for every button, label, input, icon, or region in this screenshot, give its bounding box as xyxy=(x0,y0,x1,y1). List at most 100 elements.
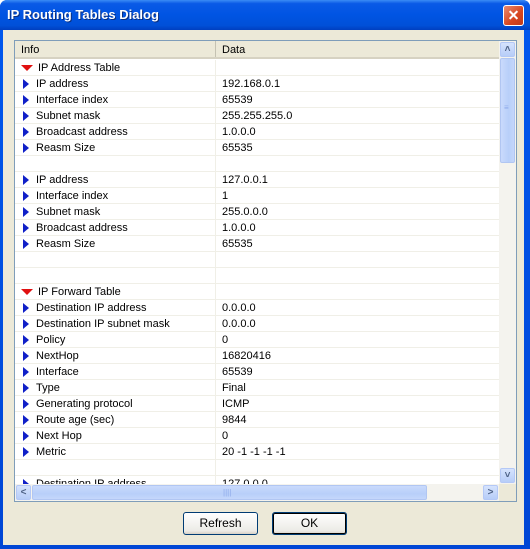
info-cell: Interface index xyxy=(15,188,216,203)
list-row[interactable]: Subnet mask 255.0.0.0 xyxy=(15,204,500,220)
list-row[interactable]: IP address 127.0.0.1 xyxy=(15,172,500,188)
ok-button[interactable]: OK xyxy=(272,512,347,535)
chevron-down-icon: ˅ xyxy=(504,470,511,481)
info-cell: IP Forward Table xyxy=(15,284,216,299)
expand-arrow-down-icon[interactable] xyxy=(21,64,33,71)
data-cell: 0.0.0.0 xyxy=(222,301,256,314)
info-cell xyxy=(15,156,216,171)
info-cell: Destination IP subnet mask xyxy=(15,316,216,331)
info-label: Reasm Size xyxy=(36,141,96,154)
data-cell: 255.255.255.0 xyxy=(222,109,293,122)
info-label: Next Hop xyxy=(36,429,82,442)
horizontal-scroll-thumb[interactable]: |||| xyxy=(32,485,427,500)
window-title: IP Routing Tables Dialog xyxy=(7,7,159,22)
info-label: Broadcast address xyxy=(36,221,128,234)
arrow-right-icon xyxy=(23,334,29,345)
data-cell: 255.0.0.0 xyxy=(222,205,268,218)
info-cell: Subnet mask xyxy=(15,204,216,219)
info-label: IP Address Table xyxy=(38,61,121,74)
info-cell xyxy=(15,252,216,267)
list-row[interactable]: Broadcast address 1.0.0.0 xyxy=(15,124,500,140)
list-row[interactable]: Broadcast address 1.0.0.0 xyxy=(15,220,500,236)
dialog-window: IP Routing Tables Dialog Info Data IP Ad… xyxy=(0,0,530,549)
info-cell: IP address xyxy=(15,76,216,91)
info-label: NextHop xyxy=(36,349,79,362)
list-row[interactable]: Generating protocol ICMP xyxy=(15,396,500,412)
arrow-right-icon xyxy=(23,382,29,393)
data-cell: 0 xyxy=(222,429,229,442)
info-cell: Metric xyxy=(15,444,216,459)
info-cell: Broadcast address xyxy=(15,124,216,139)
info-cell: Interface xyxy=(15,364,216,379)
info-cell: Broadcast address xyxy=(15,220,216,235)
info-label: Type xyxy=(36,381,60,394)
arrow-right-icon xyxy=(23,190,29,201)
info-label: IP address xyxy=(36,77,89,90)
dialog-client-area: Info Data IP Address Table IP address 192.… xyxy=(3,30,524,545)
data-cell: 9844 xyxy=(222,413,247,426)
scroll-left-button[interactable]: < xyxy=(16,485,31,500)
horizontal-scrollbar[interactable]: < |||| > xyxy=(15,484,500,501)
routing-table-list[interactable]: Info Data IP Address Table IP address 192.… xyxy=(14,40,517,502)
info-cell: Route age (sec) xyxy=(15,412,216,427)
info-cell xyxy=(15,268,216,283)
list-row[interactable]: Route age (sec) 9844 xyxy=(15,412,500,428)
column-header-data[interactable]: Data xyxy=(216,41,500,57)
data-cell: ICMP xyxy=(222,397,250,410)
vertical-scroll-thumb[interactable]: ≡ xyxy=(500,58,515,163)
list-row[interactable] xyxy=(15,252,500,268)
data-cell: 1 xyxy=(222,189,229,202)
expand-arrow-down-icon[interactable] xyxy=(21,288,33,295)
list-row[interactable]: Destination IP subnet mask 0.0.0.0 xyxy=(15,316,500,332)
scrollbar-corner xyxy=(499,484,516,501)
column-header-info[interactable]: Info xyxy=(15,41,216,57)
list-row[interactable] xyxy=(15,268,500,284)
info-cell: IP address xyxy=(15,172,216,187)
list-row[interactable] xyxy=(15,460,500,476)
list-row[interactable]: Type Final xyxy=(15,380,500,396)
list-row[interactable]: Interface index 1 xyxy=(15,188,500,204)
list-row[interactable]: IP address 192.168.0.1 xyxy=(15,76,500,92)
scroll-up-button[interactable]: ˄ xyxy=(500,42,515,57)
list-row[interactable]: Reasm Size 65535 xyxy=(15,236,500,252)
list-row[interactable]: Interface index 65539 xyxy=(15,92,500,108)
refresh-button[interactable]: Refresh xyxy=(183,512,258,535)
data-cell: 1.0.0.0 xyxy=(222,125,256,138)
info-label: IP Forward Table xyxy=(38,285,121,298)
list-row[interactable]: Subnet mask 255.255.255.0 xyxy=(15,108,500,124)
list-row[interactable]: Policy 0 xyxy=(15,332,500,348)
arrow-right-icon xyxy=(23,366,29,377)
list-row[interactable]: Interface 65539 xyxy=(15,364,500,380)
arrow-right-icon xyxy=(23,350,29,361)
list-row[interactable]: Metric 20 -1 -1 -1 -1 xyxy=(15,444,500,460)
list-row[interactable]: NextHop 16820416 xyxy=(15,348,500,364)
info-cell: Reasm Size xyxy=(15,140,216,155)
chevron-right-icon: > xyxy=(487,487,494,498)
list-group-row[interactable]: IP Address Table xyxy=(15,60,500,76)
data-cell: 0.0.0.0 xyxy=(222,317,256,330)
data-cell: 0 xyxy=(222,333,229,346)
info-label: Policy xyxy=(36,333,66,346)
scroll-right-button[interactable]: > xyxy=(483,485,498,500)
info-label: Reasm Size xyxy=(36,237,96,250)
arrow-right-icon xyxy=(23,302,29,313)
info-cell: Reasm Size xyxy=(15,236,216,251)
title-bar[interactable]: IP Routing Tables Dialog xyxy=(0,0,530,30)
info-cell: Policy xyxy=(15,332,216,347)
info-label: Broadcast address xyxy=(36,125,128,138)
vertical-scrollbar[interactable]: ˄ ≡ ˅ xyxy=(499,41,516,485)
list-row[interactable]: Destination IP address 0.0.0.0 xyxy=(15,300,500,316)
close-button[interactable] xyxy=(503,5,524,26)
info-cell: NextHop xyxy=(15,348,216,363)
info-label: Destination IP address xyxy=(36,301,147,314)
list-group-row[interactable]: IP Forward Table xyxy=(15,284,500,300)
list-row[interactable]: Reasm Size 65535 xyxy=(15,140,500,156)
arrow-right-icon xyxy=(23,414,29,425)
info-label: Subnet mask xyxy=(36,205,101,218)
info-cell: Destination IP address xyxy=(15,300,216,315)
list-row[interactable] xyxy=(15,156,500,172)
list-row[interactable]: Next Hop 0 xyxy=(15,428,500,444)
info-label: IP address xyxy=(36,173,89,186)
data-cell xyxy=(216,284,500,299)
scroll-down-button[interactable]: ˅ xyxy=(500,468,515,483)
